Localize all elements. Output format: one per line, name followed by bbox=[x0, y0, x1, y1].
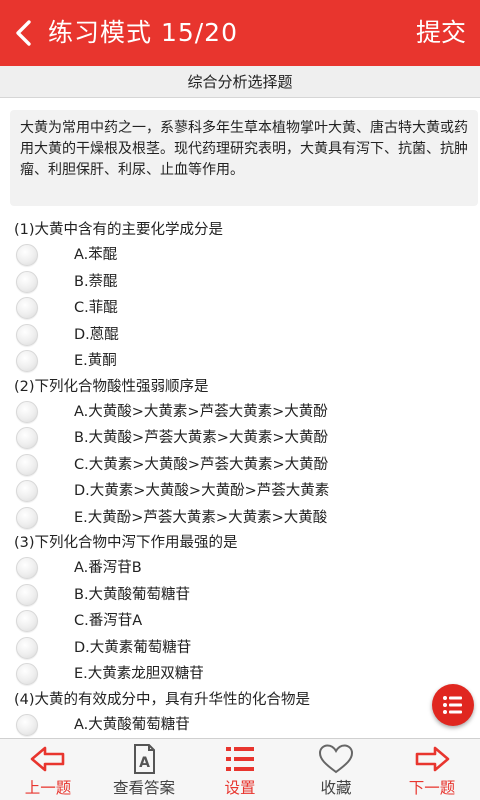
option-2e[interactable]: E.大黄酚>芦荟大黄素>大黄素>大黄酸 bbox=[0, 505, 480, 532]
list-menu-icon bbox=[443, 696, 462, 714]
option-label: B.大黄酸葡萄糖苷 bbox=[74, 586, 191, 603]
option-2b[interactable]: B.大黄酸>芦荟大黄素>大黄素>大黄酚 bbox=[0, 425, 480, 452]
option-label: A.番泻苷B bbox=[74, 560, 142, 576]
option-1e[interactable]: E.黄酮 bbox=[0, 348, 480, 375]
option-label: D.大黄素>大黄酸>大黄酚>芦荟大黄素 bbox=[74, 483, 330, 499]
question-4: (4)大黄的有效成分中，具有升华性的化合物是 A.大黄酸葡萄糖苷 bbox=[0, 688, 480, 739]
option-label: C.番泻苷A bbox=[74, 613, 143, 629]
option-3e[interactable]: E.大黄素龙胆双糖苷 bbox=[0, 661, 480, 688]
option-label: D.大黄素葡萄糖苷 bbox=[74, 639, 192, 656]
list-icon bbox=[226, 747, 254, 771]
heart-icon bbox=[318, 744, 354, 774]
option-label: E.大黄酚>芦荟大黄素>大黄素>大黄酸 bbox=[74, 509, 328, 526]
option-label: C.菲醌 bbox=[74, 300, 118, 316]
option-label: A.大黄酸>大黄素>芦荟大黄素>大黄酚 bbox=[74, 403, 328, 420]
bottom-nav: 上一题 A 查看答案 设置 收藏 下一题 bbox=[0, 738, 480, 800]
option-2c[interactable]: C.大黄素>大黄酸>芦荟大黄素>大黄酚 bbox=[0, 452, 480, 479]
radio-button[interactable] bbox=[16, 323, 38, 346]
option-3d[interactable]: D.大黄素葡萄糖苷 bbox=[0, 635, 480, 662]
radio-button[interactable] bbox=[16, 427, 38, 449]
option-3c[interactable]: C.番泻苷A bbox=[0, 608, 480, 635]
option-label: A.苯醌 bbox=[74, 247, 118, 263]
option-label: C.大黄素>大黄酸>芦荟大黄素>大黄酚 bbox=[74, 456, 329, 473]
passage-text: 大黄为常用中药之一，系蓼科多年生草本植物掌叶大黄、唐古特大黄或药用大黄的干燥根及… bbox=[10, 110, 478, 206]
radio-button[interactable] bbox=[16, 610, 38, 632]
radio-button[interactable] bbox=[16, 557, 38, 579]
radio-button[interactable] bbox=[16, 713, 38, 736]
option-4a[interactable]: A.大黄酸葡萄糖苷 bbox=[0, 712, 480, 739]
submit-button[interactable]: 提交 bbox=[416, 14, 466, 52]
chevron-left-icon bbox=[16, 20, 31, 46]
arrow-left-icon bbox=[30, 746, 65, 772]
question-text: (3)下列化合物中泻下作用最强的是 bbox=[14, 535, 238, 551]
option-label: B.大黄酸>芦荟大黄素>大黄素>大黄酚 bbox=[74, 430, 329, 446]
question-text: (4)大黄的有效成分中，具有升华性的化合物是 bbox=[14, 691, 311, 708]
view-answer-label: 查看答案 bbox=[112, 779, 175, 797]
option-label: D.蒽醌 bbox=[74, 326, 119, 343]
favorite-label: 收藏 bbox=[320, 779, 352, 797]
question-text: (1)大黄中含有的主要化学成分是 bbox=[14, 222, 224, 238]
next-question-label: 下一题 bbox=[408, 779, 456, 797]
radio-button[interactable] bbox=[16, 480, 38, 502]
svg-text:A: A bbox=[139, 755, 150, 771]
radio-button[interactable] bbox=[16, 350, 38, 372]
arrow-right-icon bbox=[415, 746, 450, 772]
section-title: 综合分析选择题 bbox=[0, 66, 480, 98]
radio-button[interactable] bbox=[16, 453, 38, 476]
option-2d[interactable]: D.大黄素>大黄酸>大黄酚>芦荟大黄素 bbox=[0, 478, 480, 505]
option-2a[interactable]: A.大黄酸>大黄素>芦荟大黄素>大黄酚 bbox=[0, 399, 480, 426]
radio-button[interactable] bbox=[16, 297, 38, 319]
prev-question-button[interactable]: 上一题 bbox=[0, 739, 96, 800]
question-1: (1)大黄中含有的主要化学成分是 A.苯醌 B.萘醌 C.菲醌 D.蒽醌 E.黄… bbox=[0, 218, 480, 375]
view-answer-button[interactable]: A 查看答案 bbox=[96, 739, 192, 800]
document-a-icon: A bbox=[134, 744, 155, 774]
option-label: A.大黄酸葡萄糖苷 bbox=[74, 716, 190, 733]
settings-button[interactable]: 设置 bbox=[192, 739, 288, 800]
radio-button[interactable] bbox=[16, 663, 38, 685]
option-1c[interactable]: C.菲醌 bbox=[0, 295, 480, 322]
question-3: (3)下列化合物中泻下作用最强的是 A.番泻苷B B.大黄酸葡萄糖苷 C.番泻苷… bbox=[0, 531, 480, 688]
question-list[interactable]: (1)大黄中含有的主要化学成分是 A.苯醌 B.萘醌 C.菲醌 D.蒽醌 E.黄… bbox=[0, 218, 480, 738]
radio-button[interactable] bbox=[16, 583, 38, 606]
radio-button[interactable] bbox=[16, 636, 38, 659]
prev-question-label: 上一题 bbox=[24, 779, 72, 797]
question-2: (2)下列化合物酸性强弱顺序是 A.大黄酸>大黄素>芦荟大黄素>大黄酚 B.大黄… bbox=[0, 375, 480, 532]
option-label: B.萘醌 bbox=[74, 273, 118, 290]
radio-button[interactable] bbox=[16, 270, 38, 293]
back-button[interactable] bbox=[10, 14, 40, 52]
option-3b[interactable]: B.大黄酸葡萄糖苷 bbox=[0, 582, 480, 609]
radio-button[interactable] bbox=[16, 400, 38, 423]
radio-button[interactable] bbox=[16, 244, 38, 266]
option-label: E.大黄素龙胆双糖苷 bbox=[74, 666, 204, 682]
page-title: 练习模式 15/20 bbox=[48, 18, 238, 47]
option-1a[interactable]: A.苯醌 bbox=[0, 242, 480, 269]
option-1b[interactable]: B.萘醌 bbox=[0, 269, 480, 296]
option-label: E.黄酮 bbox=[74, 353, 117, 369]
radio-button[interactable] bbox=[16, 506, 38, 529]
question-text: (2)下列化合物酸性强弱顺序是 bbox=[14, 378, 209, 395]
question-index-fab[interactable] bbox=[432, 684, 474, 726]
top-bar: 练习模式 15/20 提交 bbox=[0, 0, 480, 66]
settings-label: 设置 bbox=[224, 779, 256, 797]
option-3a[interactable]: A.番泻苷B bbox=[0, 555, 480, 582]
next-question-button[interactable]: 下一题 bbox=[384, 739, 480, 800]
option-1d[interactable]: D.蒽醌 bbox=[0, 322, 480, 349]
favorite-button[interactable]: 收藏 bbox=[288, 739, 384, 800]
